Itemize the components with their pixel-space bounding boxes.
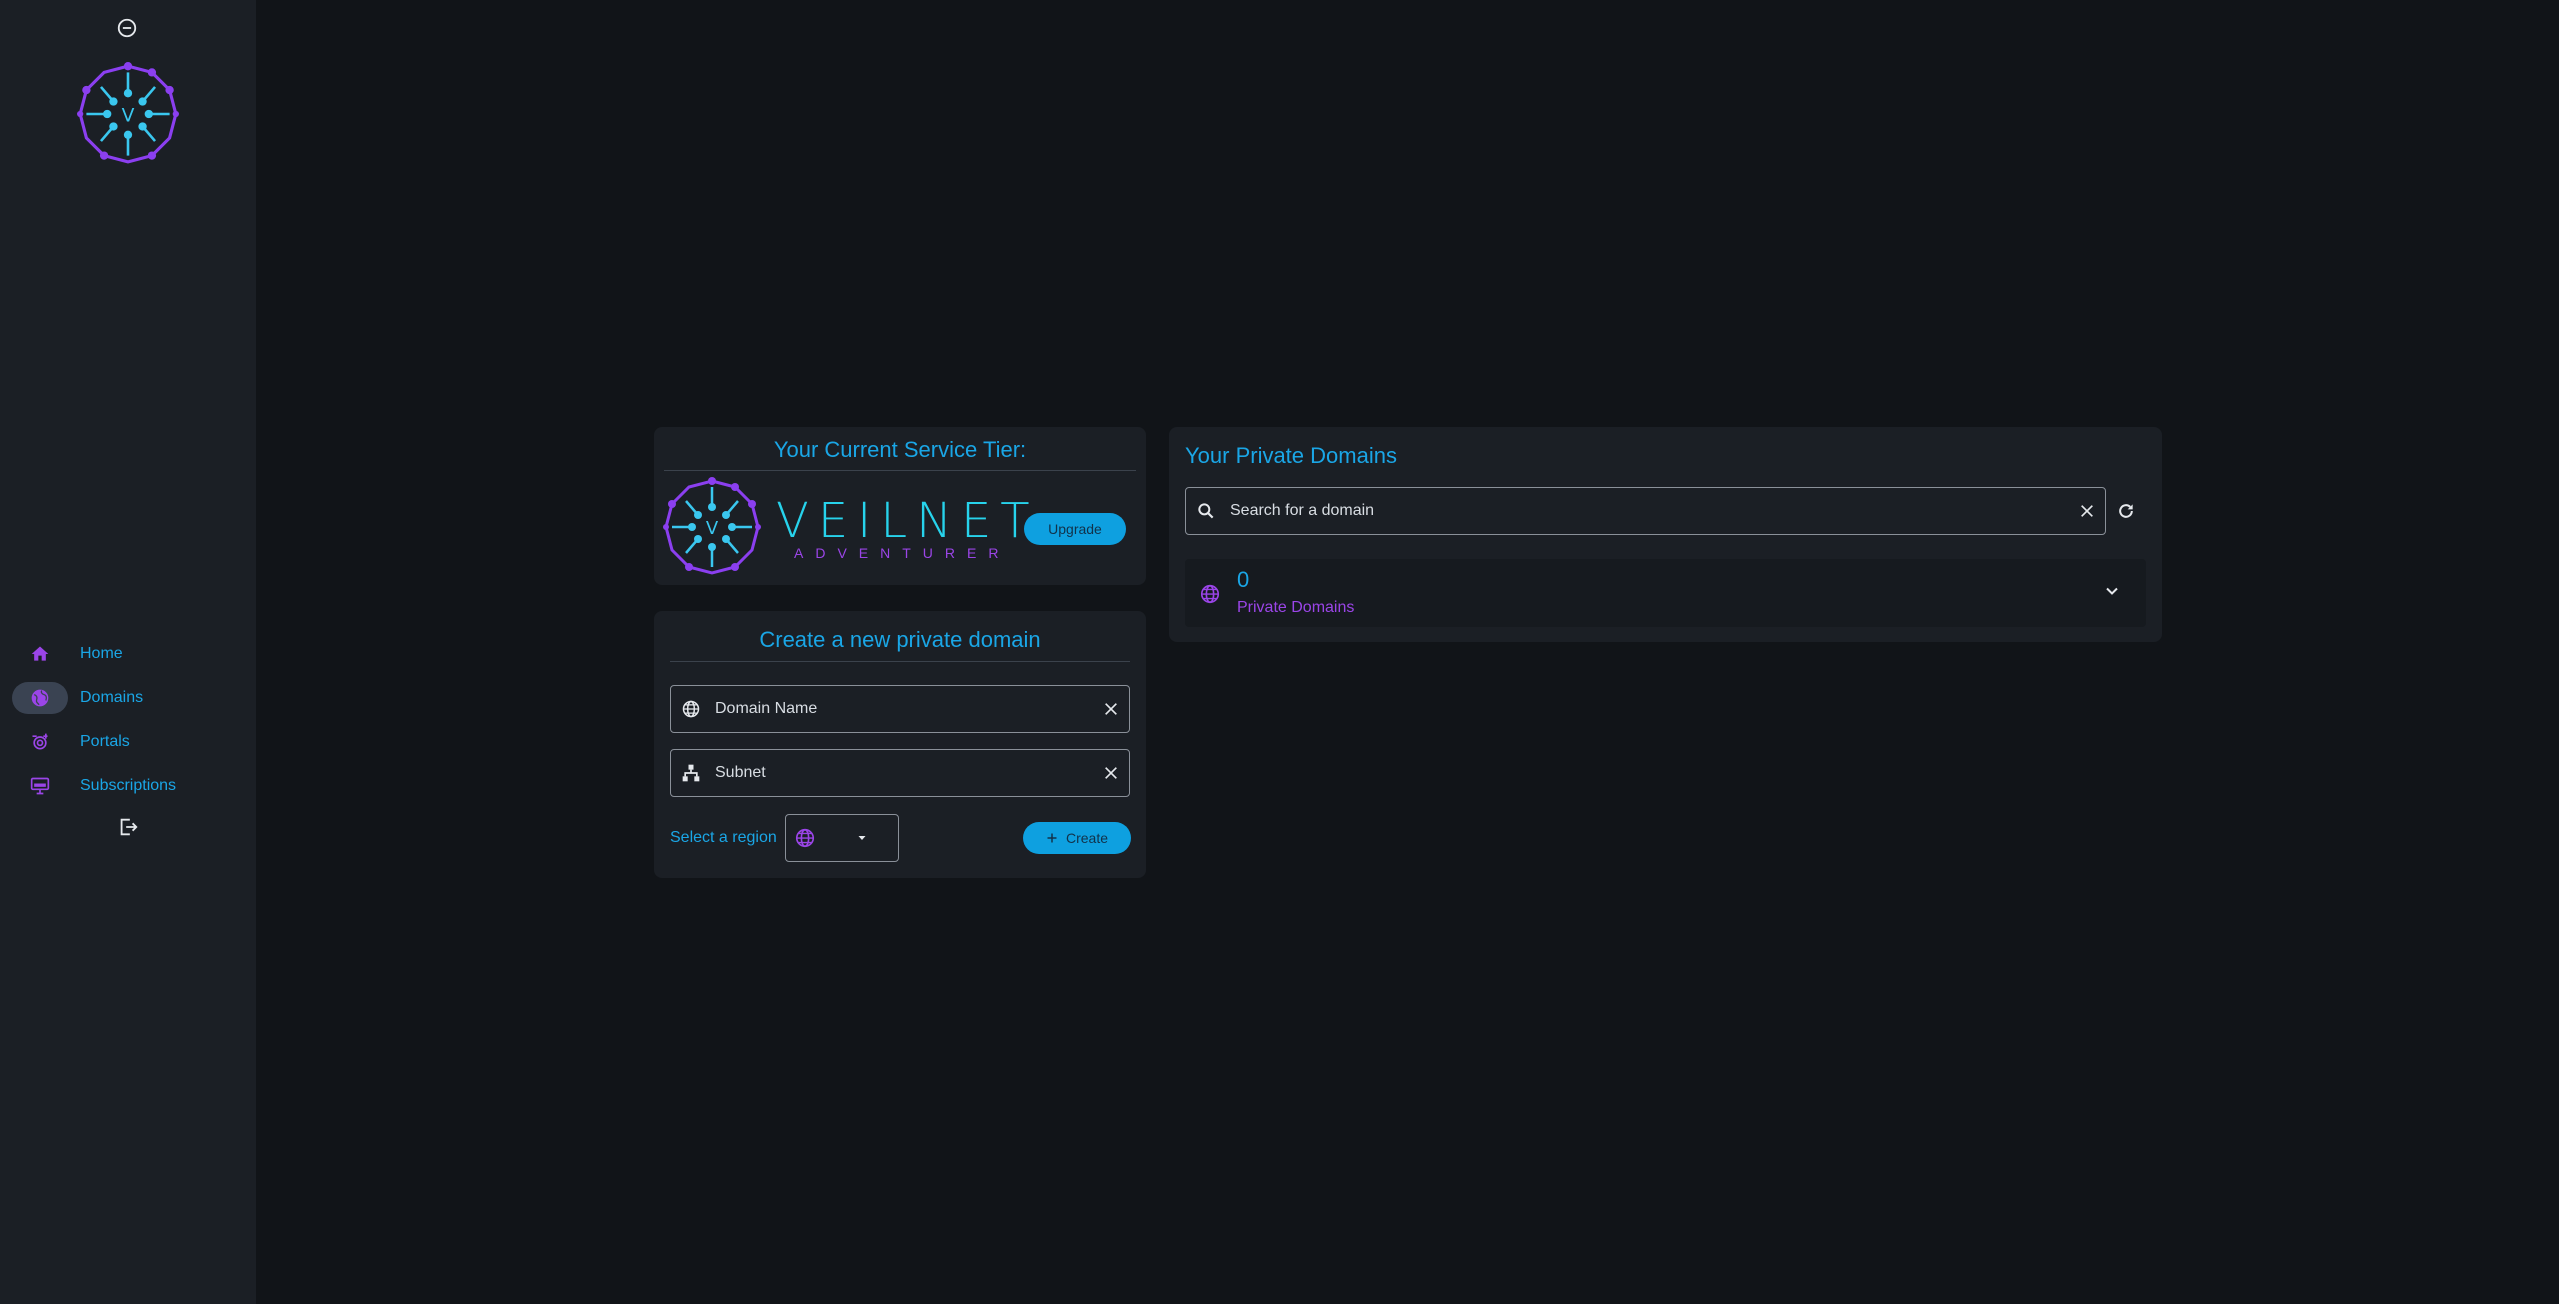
create-button-label: Create <box>1065 830 1109 846</box>
search-icon <box>1198 503 1214 519</box>
svg-text:V: V <box>122 105 135 126</box>
collapse-sidebar-button[interactable] <box>115 16 139 40</box>
domain-count-label: Private Domains <box>1237 599 1355 616</box>
sidebar-item-label: Home <box>80 645 123 662</box>
globe-outline-icon <box>795 828 815 848</box>
domain-count: 0 <box>1237 567 1250 592</box>
private-domains-title: Your Private Domains <box>1185 443 1397 468</box>
private-domains-card: Your Private Domains Search for a domain… <box>1169 427 2162 642</box>
sidebar-item-home[interactable]: Home <box>12 632 244 676</box>
logout-icon <box>120 818 138 836</box>
refresh-icon <box>2119 504 2133 518</box>
service-tier-card: Your Current Service Tier: V VEILNET ADV… <box>654 427 1146 585</box>
subnet-placeholder: Subnet <box>715 764 766 781</box>
tier-name: ADVENTURER <box>794 545 1011 561</box>
service-tier-title: Your Current Service Tier: <box>773 437 1027 462</box>
logout-button[interactable] <box>115 814 141 840</box>
clear-search-button[interactable] <box>2069 503 2105 519</box>
globe-outline-icon <box>682 700 700 718</box>
close-icon <box>1105 703 1117 715</box>
upgrade-button[interactable]: Upgrade <box>1024 513 1126 545</box>
sidebar-item-portals[interactable]: Portals <box>12 720 244 764</box>
domain-name-placeholder: Domain Name <box>715 700 818 717</box>
sidebar-nav: Home Domains Portals Subscriptions <box>12 632 244 808</box>
clear-subnet-button[interactable] <box>1093 765 1129 781</box>
divider <box>664 470 1136 471</box>
home-icon <box>31 646 49 661</box>
globe-outline-icon <box>1200 584 1220 604</box>
sidebar-item-label: Portals <box>80 733 130 750</box>
plus-icon <box>1047 833 1057 843</box>
sidebar-item-label: Domains <box>80 689 144 706</box>
caret-down-icon <box>858 836 866 840</box>
create-domain-title: Create a new private domain <box>759 627 1041 652</box>
veilnet-logo-icon: V <box>663 477 761 575</box>
sidebar-item-label: Subscriptions <box>80 777 177 794</box>
sidebar-item-domains[interactable]: Domains <box>12 676 244 720</box>
refresh-button[interactable] <box>2114 499 2138 523</box>
region-select[interactable] <box>785 814 899 862</box>
brand-wordmark: VEILNET <box>776 493 1039 549</box>
create-domain-button[interactable]: Create <box>1023 822 1131 854</box>
domain-name-field[interactable]: Domain Name <box>670 685 1130 733</box>
sidebar-item-subscriptions[interactable]: Subscriptions <box>12 764 244 808</box>
region-label: Select a region <box>670 829 777 846</box>
subnet-field[interactable]: Subnet <box>670 749 1130 797</box>
chevron-down-icon <box>2106 587 2118 595</box>
sidebar: V Home Domains Portals Subscriptions <box>0 0 256 1304</box>
clear-domain-button[interactable] <box>1093 701 1129 717</box>
network-icon <box>682 764 700 782</box>
private-domains-expander[interactable]: 0 Private Domains <box>1185 559 2146 627</box>
veilnet-logo-icon: V <box>77 62 179 164</box>
domain-search-input[interactable]: Search for a domain <box>1185 487 2106 535</box>
svg-text:V: V <box>706 518 719 539</box>
search-placeholder: Search for a domain <box>1230 502 1375 519</box>
monitor-icon <box>30 777 50 795</box>
close-icon <box>2081 505 2093 517</box>
minus-circle-icon <box>117 18 137 38</box>
close-icon <box>1105 767 1117 779</box>
portal-icon <box>32 733 48 750</box>
divider <box>670 661 1130 662</box>
globe-icon <box>31 689 49 707</box>
create-domain-card: Create a new private domain Domain Name … <box>654 611 1146 878</box>
